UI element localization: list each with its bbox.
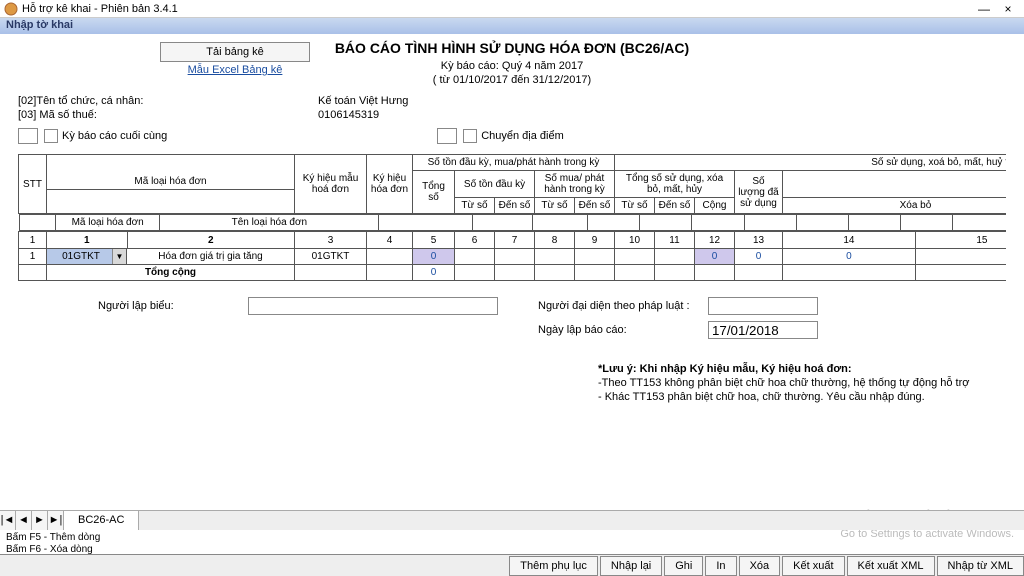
report-period: Kỳ báo cáo: Quý 4 năm 2017 [18,60,1006,72]
report-title: BÁO CÁO TÌNH HÌNH SỬ DỤNG HÓA ĐƠN (BC26/… [18,40,1006,56]
h-tongso: Tổng số [413,171,455,214]
h-group-dauky: Số tồn đầu kỳ, mua/phát hành trong kỳ [413,155,615,171]
h-denso2: Đến số [575,198,615,214]
org-label: [02]Tên tổ chức, cá nhân: [18,95,318,107]
h-xoabo: Xóa bỏ [783,198,1007,214]
xoa-button[interactable]: Xóa [739,556,781,576]
org-value: Kế toán Việt Hưng [318,95,408,107]
cell-stt: 1 [19,249,47,265]
h-denso3: Đến số [655,198,695,214]
tab-nav-next[interactable]: ► [32,511,48,530]
tab-nav-last[interactable]: ►| [48,511,64,530]
last-report-input[interactable] [18,128,38,144]
h-kyhieu-mau: Ký hiệu mẫu hoá đơn [295,155,367,214]
mau-excel-link[interactable]: Mẫu Excel Bảng kê [188,64,283,76]
h-stt: STT [19,155,47,214]
dai-dien-input[interactable] [708,297,818,315]
move-location-label: Chuyển địa điểm [481,130,564,142]
tax-value: 0106145319 [318,109,379,121]
tax-label: [03] Mã số thuế: [18,109,318,121]
move-location-checkbox[interactable] [463,129,477,143]
total-label: Tổng cộng [47,265,295,281]
h-somua: Số mua/ phát hành trong kỳ [535,171,615,198]
h-tuso3: Từ số [615,198,655,214]
close-button[interactable]: × [996,2,1020,16]
h-cong: Cộng [695,198,735,214]
column-number-row: 1 12 3 4 5 6 7 8 9 10 11 12 13 14 15 16 … [19,232,1007,249]
cell-c12[interactable]: 0 [695,249,735,265]
report-range: ( từ 01/10/2017 đến 31/12/2017) [18,74,1006,86]
cell-ma-loai-dropdown[interactable]: 01GTKT ▼ [47,249,127,265]
h-tongsudung: Tổng số sử dụng, xóa bỏ, mất, hủy [615,171,735,198]
sheet-tab-strip: |◄ ◄ ► ►| BC26-AC [0,510,1024,530]
h-tuso1: Từ số [455,198,495,214]
h-tuso2: Từ số [535,198,575,214]
bottom-toolbar: Thêm phụ lục Nhập lại Ghi In Xóa Kết xuấ… [0,554,1024,576]
h-trongdo: Trong đó [783,171,1007,198]
keyboard-hints: Bấm F5 - Thêm dòng Bấm F6 - Xóa dòng [6,532,100,556]
note-line2: - Khác TT153 phân biệt chữ hoa, chữ thườ… [598,391,1006,403]
menu-tab[interactable]: Nhập tờ khai [0,18,1024,34]
table-total-row: Tổng cộng 0 [19,265,1007,281]
cell-kyhieu-hd[interactable] [367,249,413,265]
tab-nav-prev[interactable]: ◄ [16,511,32,530]
notes: *Lưu ý: Khi nhập Ký hiệu mẫu, Ký hiệu ho… [18,363,1006,403]
ghi-button[interactable]: Ghi [664,556,703,576]
note-heading: *Lưu ý: Khi nhập Ký hiệu mẫu, Ký hiệu ho… [598,363,1006,375]
cell-ten-loai[interactable]: Hóa đơn giá trị gia tăng [127,249,295,265]
h-group-sudung: Số sử dụng, xoá bỏ, mất, huỷ trong kỳ [615,155,1007,171]
tab-nav-first[interactable]: |◄ [0,511,16,530]
app-icon [4,2,18,16]
nhap-tu-xml-button[interactable]: Nhập từ XML [937,556,1024,576]
last-report-label: Kỳ báo cáo cuối cùng [62,130,167,142]
h-ma-ten: Mã loại hóa đơn Tên loại hóa đơn [47,155,295,214]
sheet-tab[interactable]: BC26-AC [64,511,139,530]
h-sotondauky: Số tồn đầu kỳ [455,171,535,198]
cell-c13[interactable]: 0 [735,249,783,265]
in-button[interactable]: In [705,556,736,576]
nhap-lai-button[interactable]: Nhập lại [600,556,662,576]
chevron-down-icon[interactable]: ▼ [112,249,126,264]
dai-dien-label: Người đại diện theo pháp luật : [538,300,708,312]
ngay-lap-input[interactable] [708,321,818,339]
nguoi-lap-input[interactable] [248,297,498,315]
invoice-table: STT Mã loại hóa đơn Tên loại hóa đơn Ký … [18,154,1006,281]
h-kyhieu-hd: Ký hiệu hóa đơn [367,155,413,214]
cell-c5[interactable]: 0 [413,249,455,265]
cell-c14[interactable]: 0 [783,249,916,265]
ket-xuat-xml-button[interactable]: Kết xuất XML [847,556,935,576]
last-report-checkbox[interactable] [44,129,58,143]
them-phu-luc-button[interactable]: Thêm phụ lục [509,556,598,576]
h-denso1: Đến số [495,198,535,214]
minimize-button[interactable]: — [972,2,996,16]
invoice-table-wrapper[interactable]: STT Mã loại hóa đơn Tên loại hóa đơn Ký … [18,154,1006,281]
ngay-lap-label: Ngày lập báo cáo: [538,324,708,336]
nguoi-lap-label: Người lập biểu: [98,300,248,312]
h-sldasudung: Số lượng đã sử dụng [735,171,783,214]
table-row[interactable]: 1 01GTKT ▼ Hóa đơn giá trị gia tăng 01GT… [19,249,1007,265]
window-title: Hỗ trợ kê khai - Phiên bản 3.4.1 [22,3,972,15]
total-c5: 0 [413,265,455,281]
note-line1: -Theo TT153 không phân biệt chữ hoa chữ … [598,377,1006,389]
move-location-input[interactable] [437,128,457,144]
ket-xuat-button[interactable]: Kết xuất [782,556,844,576]
title-bar: Hỗ trợ kê khai - Phiên bản 3.4.1 — × [0,0,1024,18]
cell-kyhieu-mau[interactable]: 01GTKT [295,249,367,265]
